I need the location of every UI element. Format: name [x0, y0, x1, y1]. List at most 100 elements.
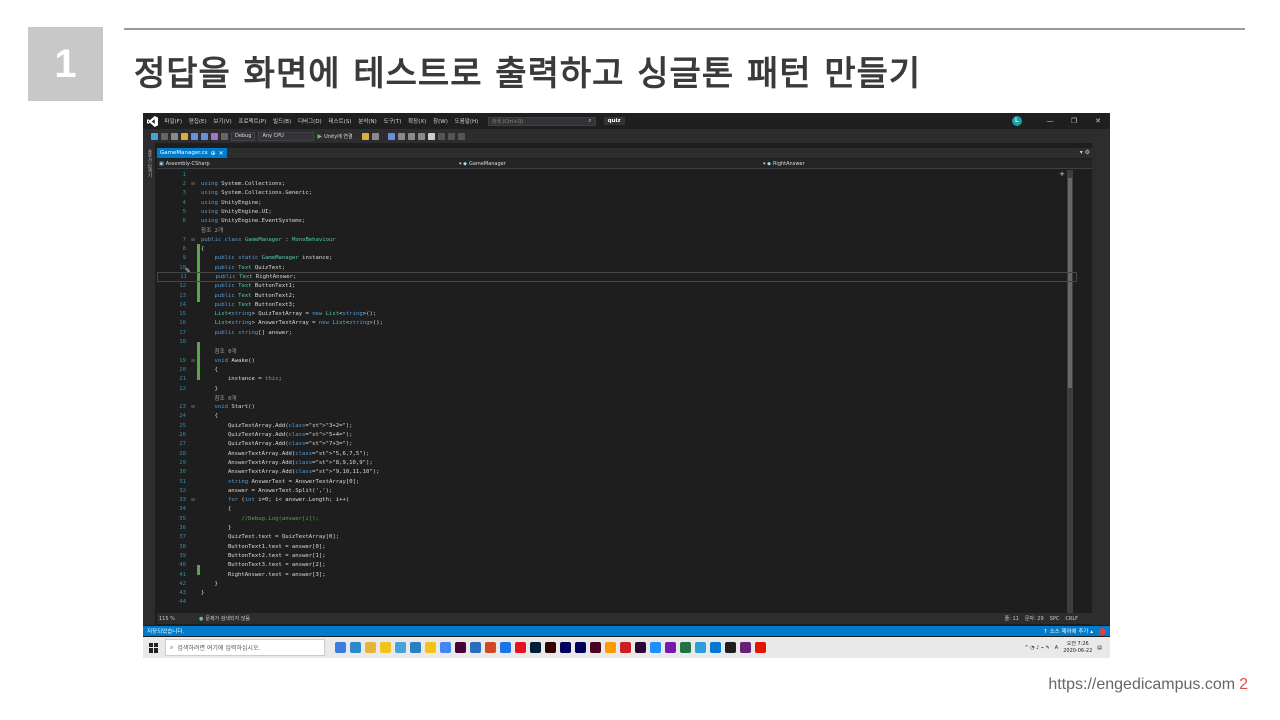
taskbar-app-icon[interactable]	[695, 642, 706, 653]
taskbar-search-box[interactable]: ⌕ 검색하려면 여기에 입력하십시오.	[165, 639, 325, 656]
taskbar-app-icon[interactable]	[470, 642, 481, 653]
member-dropdown[interactable]: ▾ ◆ RightAnswer	[763, 159, 805, 169]
taskbar-app-icon[interactable]	[425, 642, 436, 653]
code-line[interactable]: 18	[157, 337, 1077, 346]
fold-toggle[interactable]: ⊟	[189, 181, 197, 187]
run-button[interactable]: ▶ Unity에 연결	[317, 133, 352, 140]
menu-item[interactable]: 확장(X)	[405, 117, 430, 125]
code-line[interactable]: 37 QuizText.text = QuizTextArray[0];	[157, 533, 1077, 542]
taskbar-app-icon[interactable]	[665, 642, 676, 653]
taskbar-app-icon[interactable]	[740, 642, 751, 653]
taskbar-app-icon[interactable]	[515, 642, 526, 653]
code-line[interactable]: 17 public string[] answer;	[157, 328, 1077, 337]
taskbar-app-icon[interactable]	[365, 642, 376, 653]
save-all-icon[interactable]	[201, 132, 208, 140]
code-line[interactable]: 16 List<string> AnswerTextArray = new Li…	[157, 319, 1077, 328]
windows-start-icon[interactable]	[149, 642, 159, 653]
menu-item[interactable]: 디버그(D)	[295, 117, 326, 125]
fold-toggle[interactable]: ⊟	[189, 497, 197, 503]
clock[interactable]: 오전 7:26 2020-06-22	[1063, 641, 1092, 655]
code-line[interactable]: 3 using System.Collections.Generic;	[157, 189, 1077, 198]
code-line[interactable]: 6 using UnityEngine.EventSystems;	[157, 217, 1077, 226]
taskbar-app-icon[interactable]	[410, 642, 421, 653]
save-icon[interactable]	[191, 132, 198, 140]
code-line[interactable]: 10 public Text QuizText;	[157, 263, 1077, 272]
taskbar-app-icon[interactable]	[635, 642, 646, 653]
taskbar-app-icon[interactable]	[725, 642, 736, 653]
close-icon[interactable]: ✕	[1086, 117, 1110, 125]
taskbar-app-icon[interactable]	[620, 642, 631, 653]
redo-icon[interactable]	[221, 132, 228, 140]
menu-item[interactable]: 빌드(B)	[270, 117, 295, 125]
tray-icons[interactable]: ^ ◔ ♪ ⌁ ✎	[1024, 645, 1049, 651]
code-line[interactable]: 20 {	[157, 365, 1077, 374]
back-icon[interactable]	[151, 132, 158, 140]
platform-select[interactable]: Any CPU	[258, 131, 315, 141]
menu-item[interactable]: 분석(N)	[355, 117, 380, 125]
tab-pin-icon[interactable]: ⊕	[211, 150, 216, 157]
code-line[interactable]: 23 ⊟ void Start()	[157, 403, 1077, 412]
new-project-icon[interactable]	[171, 132, 178, 140]
quick-search-box[interactable]: 검색 (Ctrl+Q) ⌕	[487, 116, 596, 126]
menu-item[interactable]: 보기(V)	[210, 117, 235, 125]
minimize-icon[interactable]: —	[1038, 117, 1062, 125]
add-to-source-control-button[interactable]: ↑ 소스 제어에 추가 ▴	[1043, 627, 1093, 635]
config-select[interactable]: Debug	[231, 131, 256, 141]
menu-item[interactable]: 도움말(H)	[451, 117, 481, 125]
toolbar-icon[interactable]	[447, 132, 455, 140]
code-line[interactable]: 44	[157, 598, 1077, 607]
taskbar-app-icon[interactable]	[395, 642, 406, 653]
code-line[interactable]: 15 List<string> QuizTextArray = new List…	[157, 310, 1077, 319]
code-line[interactable]: 4 using UnityEngine;	[157, 198, 1077, 207]
code-editor[interactable]: ✎ + 1 2 ⊟ using System.Collections; 3 using S…	[157, 170, 1077, 625]
code-line[interactable]: 25 QuizTextArray.Add(class="st">"3+2=");	[157, 421, 1077, 430]
forward-icon[interactable]	[161, 132, 168, 140]
taskbar-app-icon[interactable]	[335, 642, 346, 653]
code-line[interactable]: 참조 0개	[157, 347, 1077, 356]
code-line[interactable]: 26 QuizTextArray.Add(class="st">"5+4=");	[157, 430, 1077, 439]
code-line[interactable]: 12 public Text ButtonText1;	[157, 282, 1077, 291]
menu-item[interactable]: 편집(E)	[185, 117, 210, 125]
taskbar-app-icon[interactable]	[560, 642, 571, 653]
user-avatar[interactable]: L	[1012, 116, 1022, 126]
tab-overflow-icon[interactable]: ▾ ⚙	[1080, 149, 1090, 156]
open-folder-icon[interactable]	[181, 132, 188, 140]
code-line[interactable]: 7 ⊟ public class GameManager : MonoBehavio…	[157, 235, 1077, 244]
taskbar-app-icon[interactable]	[755, 642, 766, 653]
taskbar-app-icon[interactable]	[440, 642, 451, 653]
code-line[interactable]: 8{	[157, 244, 1077, 253]
input-language[interactable]: A	[1055, 645, 1058, 651]
code-line[interactable]: 29 AnswerTextArray.Add(class="st">"8,9,1…	[157, 458, 1077, 467]
code-line[interactable]: 14 public Text ButtonText3;	[157, 300, 1077, 309]
code-line[interactable]: 36 }	[157, 523, 1077, 532]
tab-gamemanager[interactable]: GameManager.cs ⊕ ✕	[157, 148, 227, 158]
taskbar-app-icon[interactable]	[530, 642, 541, 653]
taskbar-app-icon[interactable]	[710, 642, 721, 653]
code-line[interactable]: 43}	[157, 589, 1077, 598]
code-line[interactable]: 24 {	[157, 412, 1077, 421]
toolbar-icon[interactable]	[437, 132, 445, 140]
toolbar-icon[interactable]	[397, 132, 405, 140]
code-line[interactable]: 19 ⊟ void Awake()	[157, 356, 1077, 365]
code-line[interactable]: 참조 0개	[157, 393, 1077, 402]
undo-icon[interactable]	[211, 132, 218, 140]
taskbar-app-icon[interactable]	[500, 642, 511, 653]
fold-toggle[interactable]: ⊟	[189, 358, 197, 364]
menu-item[interactable]: 테스트(S)	[325, 117, 355, 125]
notification-icon[interactable]	[1099, 627, 1106, 635]
taskbar-app-icon[interactable]	[650, 642, 661, 653]
code-line[interactable]: 28 AnswerTextArray.Add(class="st">"5,6,7…	[157, 449, 1077, 458]
notifications-icon[interactable]: ▤	[1097, 645, 1102, 651]
toolbar-icon[interactable]	[417, 132, 425, 140]
menu-item[interactable]: 도구(T)	[380, 117, 405, 125]
code-line[interactable]: 41 RightAnswer.text = answer[3];	[157, 570, 1077, 579]
code-line[interactable]: 33 ⊟ for (int i=0; i< answer.Length; i++)	[157, 496, 1077, 505]
taskbar-app-icon[interactable]	[680, 642, 691, 653]
code-line[interactable]: 13 public Text ButtonText2;	[157, 291, 1077, 300]
code-line[interactable]: 27 QuizTextArray.Add(class="st">"7+3=");	[157, 440, 1077, 449]
code-line[interactable]: 35 //Debug.Log(answer[i]);	[157, 514, 1077, 523]
project-dropdown[interactable]: ▣ Assembly-CSharp	[159, 159, 210, 169]
menu-item[interactable]: 프로젝트(P)	[235, 117, 270, 125]
tab-close-icon[interactable]: ✕	[219, 150, 224, 157]
taskbar-app-icon[interactable]	[545, 642, 556, 653]
